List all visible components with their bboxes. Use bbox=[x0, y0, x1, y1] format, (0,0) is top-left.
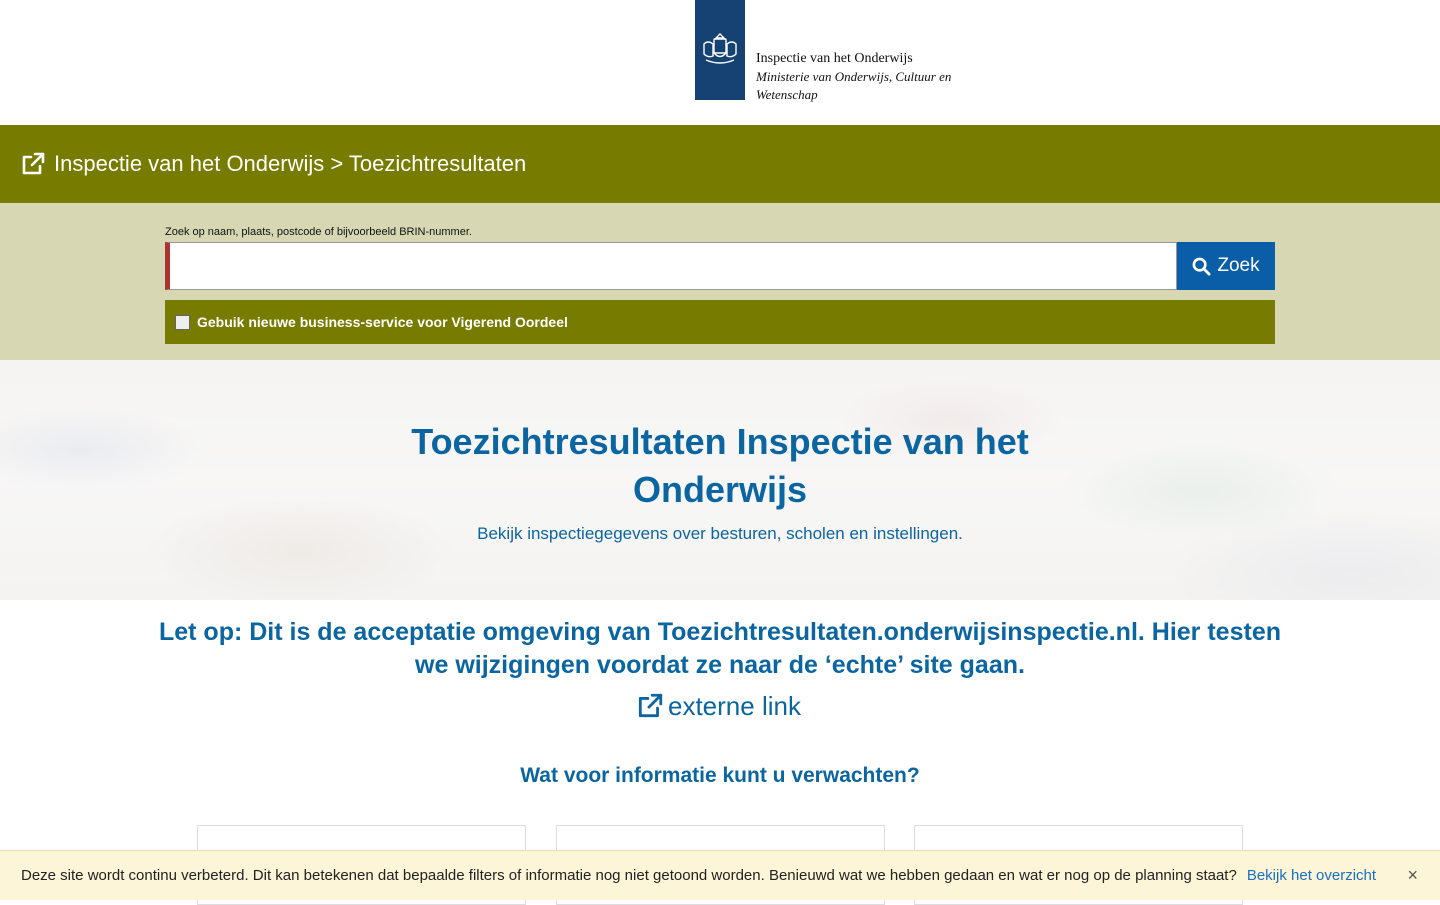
info-heading: Wat voor informatie kunt u verwachten? bbox=[520, 764, 920, 787]
external-link-icon bbox=[638, 693, 663, 718]
logo-ministry-line2: Wetenschap bbox=[756, 87, 818, 102]
business-service-checkbox[interactable] bbox=[175, 314, 190, 330]
search-input[interactable] bbox=[165, 242, 1177, 290]
coat-of-arms-icon bbox=[703, 33, 737, 64]
site-header: Inspectie van het Onderwijs Ministerie v… bbox=[0, 0, 1440, 125]
breadcrumb-bar: Inspectie van het Onderwijs > Toezichtre… bbox=[0, 125, 1440, 203]
banner-message: Deze site wordt continu verbeterd. Dit k… bbox=[21, 867, 1237, 884]
close-icon[interactable]: × bbox=[1407, 865, 1418, 886]
search-button[interactable]: Zoek bbox=[1177, 242, 1275, 290]
page-title: Toezichtresultaten Inspectie van het Ond… bbox=[411, 421, 1029, 510]
search-icon bbox=[1192, 257, 1211, 276]
external-link-label: externe link bbox=[668, 690, 801, 721]
business-service-label: Gebuik nieuwe business-service voor Vige… bbox=[197, 314, 568, 330]
search-label: Zoek op naam, plaats, postcode of bijvoo… bbox=[165, 226, 472, 238]
logo-ministry-line1: Ministerie van Onderwijs, Cultuur en bbox=[756, 69, 952, 84]
external-link[interactable]: externe link bbox=[636, 688, 801, 724]
rijksoverheid-logo[interactable] bbox=[695, 0, 745, 100]
page-subtitle: Bekijk inspectiegegevens over besturen, … bbox=[477, 524, 963, 543]
logo-org-name: Inspectie van het Onderwijs bbox=[756, 51, 913, 66]
banner-overview-link[interactable]: Bekijk het overzicht bbox=[1247, 867, 1376, 884]
search-button-label: Zoek bbox=[1217, 255, 1260, 276]
breadcrumb[interactable]: Inspectie van het Onderwijs > Toezichtre… bbox=[54, 151, 526, 177]
logo-wordmark: Inspectie van het Onderwijs Ministerie v… bbox=[756, 50, 951, 104]
cookie-notice-banner: Deze site wordt continu verbeterd. Dit k… bbox=[0, 850, 1440, 900]
business-service-option[interactable]: Gebuik nieuwe business-service voor Vige… bbox=[165, 300, 1275, 344]
external-link-icon bbox=[22, 152, 45, 175]
acceptance-notice: Let op: Dit is de acceptatie omgeving va… bbox=[158, 618, 1281, 679]
